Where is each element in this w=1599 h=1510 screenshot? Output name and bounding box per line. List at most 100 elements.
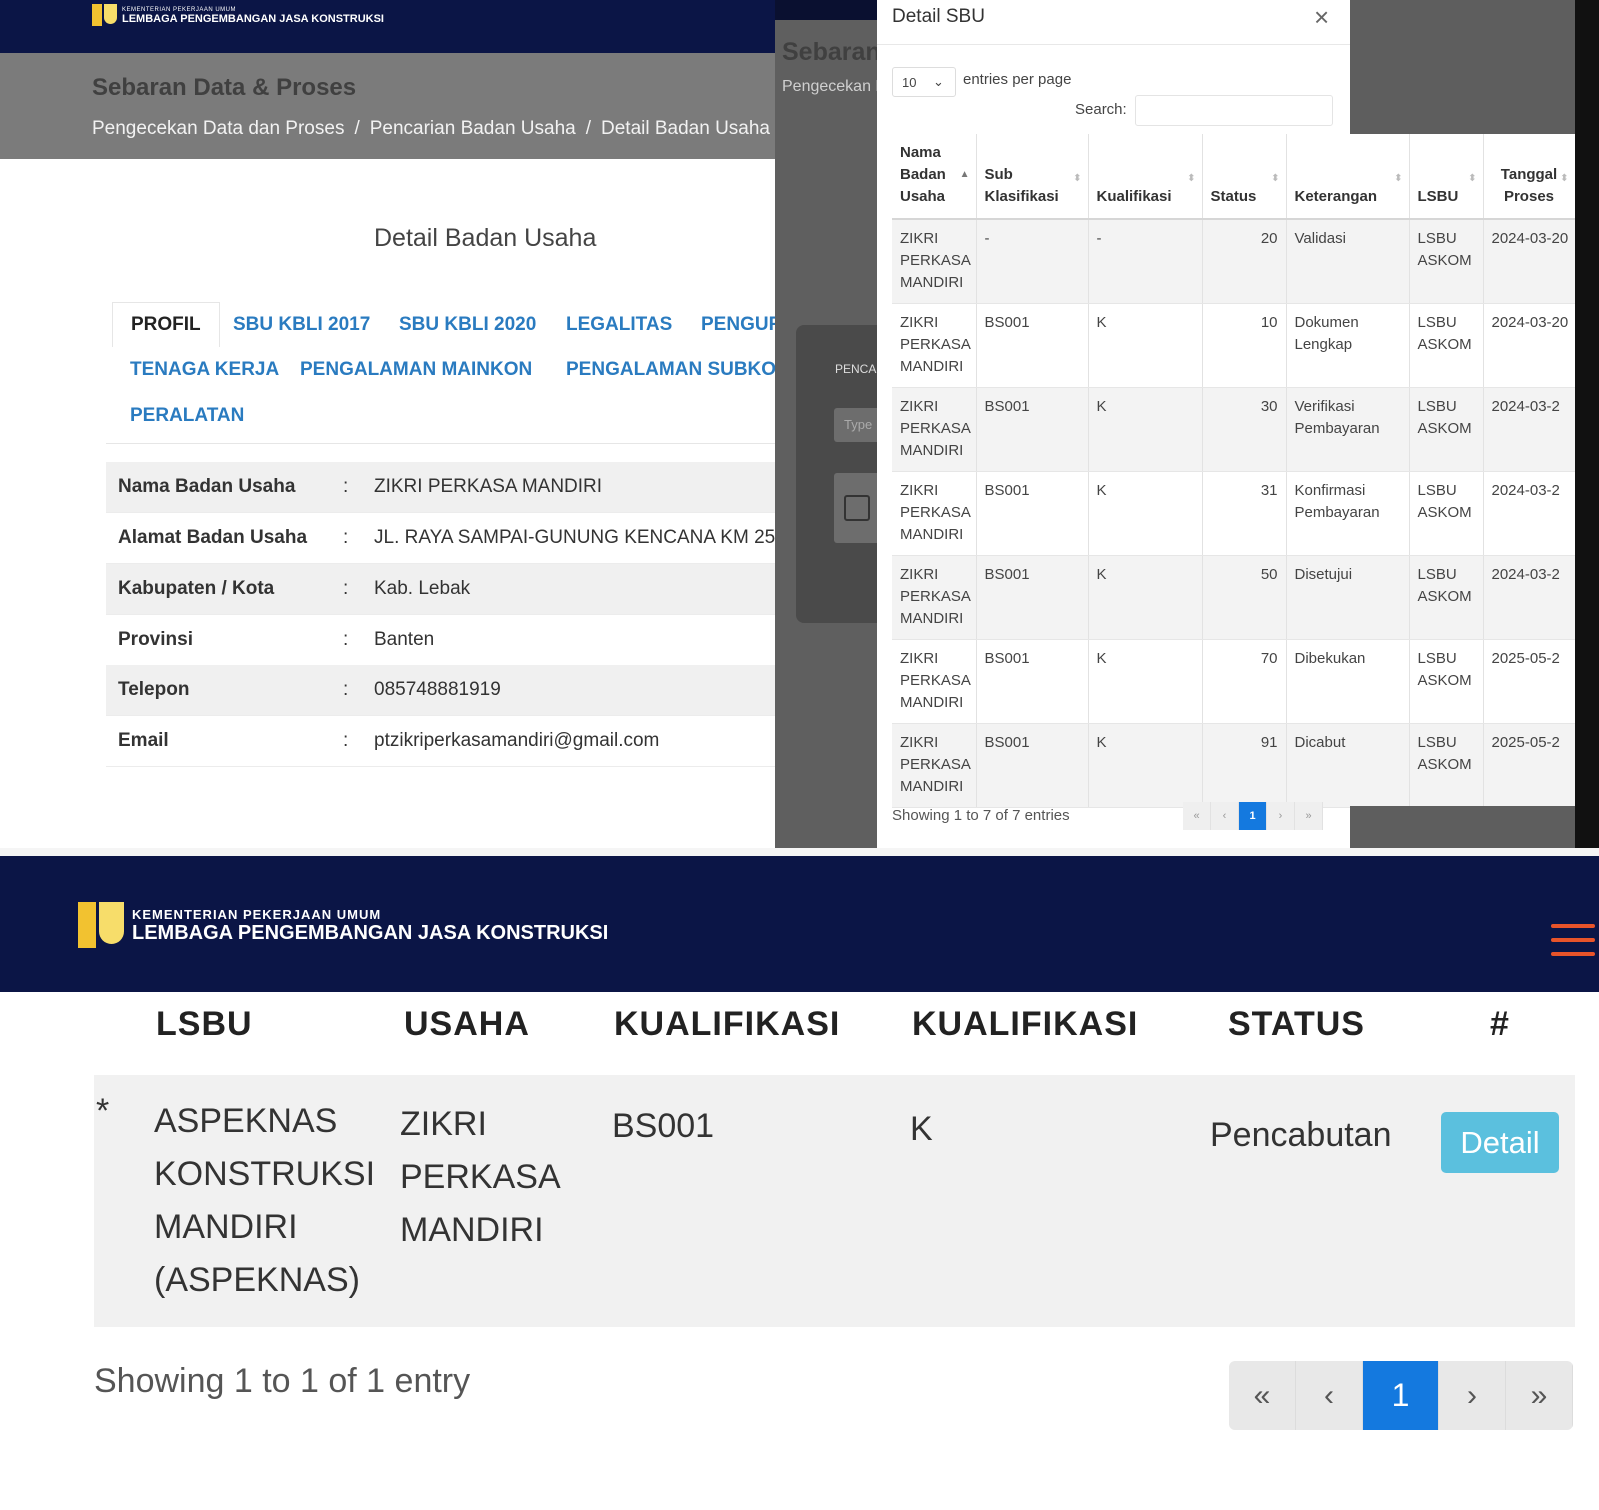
breadcrumb-item-pengecekan[interactable]: Pengecekan Data dan Proses [92,118,344,139]
modal-title: Detail SBU [892,6,985,27]
colon: : [343,527,349,548]
cell-lsbu: LSBU ASKOM [1409,639,1484,724]
page-first-button[interactable]: « [1183,802,1211,830]
tab-tenaga-kerja[interactable]: TENAGA KERJA [130,359,279,381]
cell-keterangan: Dicabut [1286,723,1410,808]
page-prev-button[interactable]: ‹ [1296,1361,1363,1430]
profile-row: Alamat Badan Usaha : JL. RAYA SAMPAI-GUN… [106,513,810,564]
table-row: ZIKRI PERKASA MANDIRI BS001 K 50 Disetuj… [892,555,1575,640]
page-heading: Sebaran Data & Proses [92,74,357,101]
logo-line1: KEMENTERIAN PEKERJAAN UMUM [132,906,382,922]
profile-row: Telepon : 085748881919 [106,665,775,716]
col-header-status[interactable]: STATUS [1228,1005,1365,1044]
cell-status: 30 [1202,387,1287,472]
cell-nama: ZIKRI PERKASA MANDIRI [892,303,977,388]
col-keterangan[interactable]: Keterangan ⬍ [1286,134,1410,220]
col-nama-badan-usaha[interactable]: Nama Badan Usaha ▲ [892,134,977,220]
tab-sbu-kbli-2017[interactable]: SBU KBLI 2017 [233,314,370,336]
search-input[interactable] [1135,95,1333,126]
cell-kualifikasi-2: K [910,1110,933,1148]
backdrop-breadcrumb: Pengecekan D [782,78,887,95]
tab-peralatan[interactable]: PERALATAN [130,405,244,427]
col-kualifikasi[interactable]: Kualifikasi ⬍ [1088,134,1203,220]
cell-kualifikasi: K [1088,639,1203,724]
page-1-button[interactable]: 1 [1363,1361,1439,1430]
col-sub-klasifikasi[interactable]: Sub Klasifikasi ⬍ [976,134,1089,220]
col-header-action: # [1490,1005,1510,1043]
col-tanggal-proses[interactable]: Tanggal Proses ⬍ [1483,134,1575,220]
cell-kualifikasi: K [1088,723,1203,808]
table-row: ZIKRI PERKASA MANDIRI BS001 K 10 Dokumen… [892,303,1575,388]
chevron-down-icon: ⌄ [933,74,944,89]
cell-kualifikasi: BS001 [612,1107,715,1145]
cell-lsbu: LSBU ASKOM [1409,303,1484,388]
lpjk-logo[interactable]: KEMENTERIAN PEKERJAAN UMUM LEMBAGA PENGE… [78,900,608,950]
page-next-button[interactable]: › [1267,802,1295,830]
profile-value: Banten [374,629,435,650]
cell-sub-klasifikasi: BS001 [976,303,1089,388]
cell-tanggal: 2024-03-2 [1483,387,1575,472]
table-info: Showing 1 to 7 of 7 entries [892,807,1070,824]
cell-kualifikasi: K [1088,471,1203,556]
backdrop-card-label: PENCA [835,362,877,376]
breadcrumb-item-pencarian[interactable]: Pencarian Badan Usaha [370,118,576,139]
cell-tanggal: 2024-03-20 [1483,219,1575,304]
col-status[interactable]: Status ⬍ [1202,134,1287,220]
page-header-band [0,53,775,159]
tab-pengalaman-mainkon[interactable]: PENGALAMAN MAINKON [300,359,532,381]
col-header-kualifikasi-2[interactable]: KUALIFIKASI [912,1005,1138,1044]
page-prev-button[interactable]: ‹ [1211,802,1239,830]
cell-lsbu: LSBU ASKOM [1409,219,1484,304]
close-icon[interactable]: × [1314,2,1329,33]
cell-nama: ZIKRI PERKASA MANDIRI [892,723,977,808]
profile-row: Email : ptzikriperkasamandiri@gmail.com [106,716,775,767]
colon: : [343,476,349,497]
cell-status: 91 [1202,723,1287,808]
pu-logo-icon [78,900,126,950]
cell-sub-klasifikasi: - [976,219,1089,304]
cell-status: 20 [1202,219,1287,304]
cell-kualifikasi: - [1088,219,1203,304]
col-header-usaha[interactable]: USAHA [404,1005,530,1044]
page-last-button[interactable]: » [1295,802,1323,830]
table-info: Showing 1 to 1 of 1 entry [94,1362,471,1400]
col-header-kualifikasi[interactable]: KUALIFIKASI [614,1005,840,1044]
logo-line2: LEMBAGA PENGEMBANGAN JASA KONSTRUKSI [122,13,384,25]
tab-sbu-kbli-2020[interactable]: SBU KBLI 2020 [399,314,536,336]
profile-row: Nama Badan Usaha : ZIKRI PERKASA MANDIRI [106,462,775,513]
cell-keterangan: Validasi [1286,219,1410,304]
page-last-button[interactable]: » [1506,1361,1573,1430]
cell-lsbu: ASPEKNAS KONSTRUKSI MANDIRI (ASPEKNAS) [154,1102,376,1299]
detail-sbu-modal: Detail SBU × 10 ⌄ entries per page Searc… [877,0,1575,848]
search-label: Search: [1075,101,1127,118]
sort-icon: ⬍ [1271,173,1280,184]
cell-keterangan: Dibekukan [1286,639,1410,724]
tab-pengalaman-subkon[interactable]: PENGALAMAN SUBKON [566,359,790,381]
detail-button[interactable]: Detail [1441,1112,1559,1173]
col-lsbu[interactable]: LSBU ⬍ [1409,134,1484,220]
modal-pagination: « ‹ 1 › » [1183,802,1323,830]
page-1-button[interactable]: 1 [1239,802,1267,830]
table-row: ZIKRI PERKASA MANDIRI BS001 K 91 Dicabut… [892,723,1575,808]
colon: : [343,629,349,650]
cell-tanggal: 2025-05-2 [1483,723,1575,808]
tab-legalitas[interactable]: LEGALITAS [566,314,672,336]
tab-pengurus[interactable]: PENGUR [701,314,782,336]
profile-label: Nama Badan Usaha [118,476,296,497]
lpjk-logo[interactable]: KEMENTERIAN PEKERJAAN UMUM LEMBAGA PENGE… [92,2,384,30]
cell-sub-klasifikasi: BS001 [976,639,1089,724]
profile-value: ptzikriperkasamandiri@gmail.com [374,730,660,751]
page-next-button[interactable]: › [1439,1361,1506,1430]
sort-icon: ⬍ [1187,173,1196,184]
backdrop-search-card: PENCA Type [796,325,894,623]
tab-profil[interactable]: PROFIL [112,302,220,347]
profile-row: Kabupaten / Kota : Kab. Lebak [106,564,775,615]
entries-per-page-select[interactable]: 10 ⌄ [892,67,956,97]
hamburger-icon[interactable] [1551,924,1595,960]
backdrop-strip [1350,806,1575,848]
logo-line2: LEMBAGA PENGEMBANGAN JASA KONSTRUKSI [132,921,609,944]
col-header-lsbu[interactable]: LSBU [156,1005,253,1044]
page-first-button[interactable]: « [1229,1361,1296,1430]
cell-sub-klasifikasi: BS001 [976,723,1089,808]
cell-tanggal: 2024-03-20 [1483,303,1575,388]
